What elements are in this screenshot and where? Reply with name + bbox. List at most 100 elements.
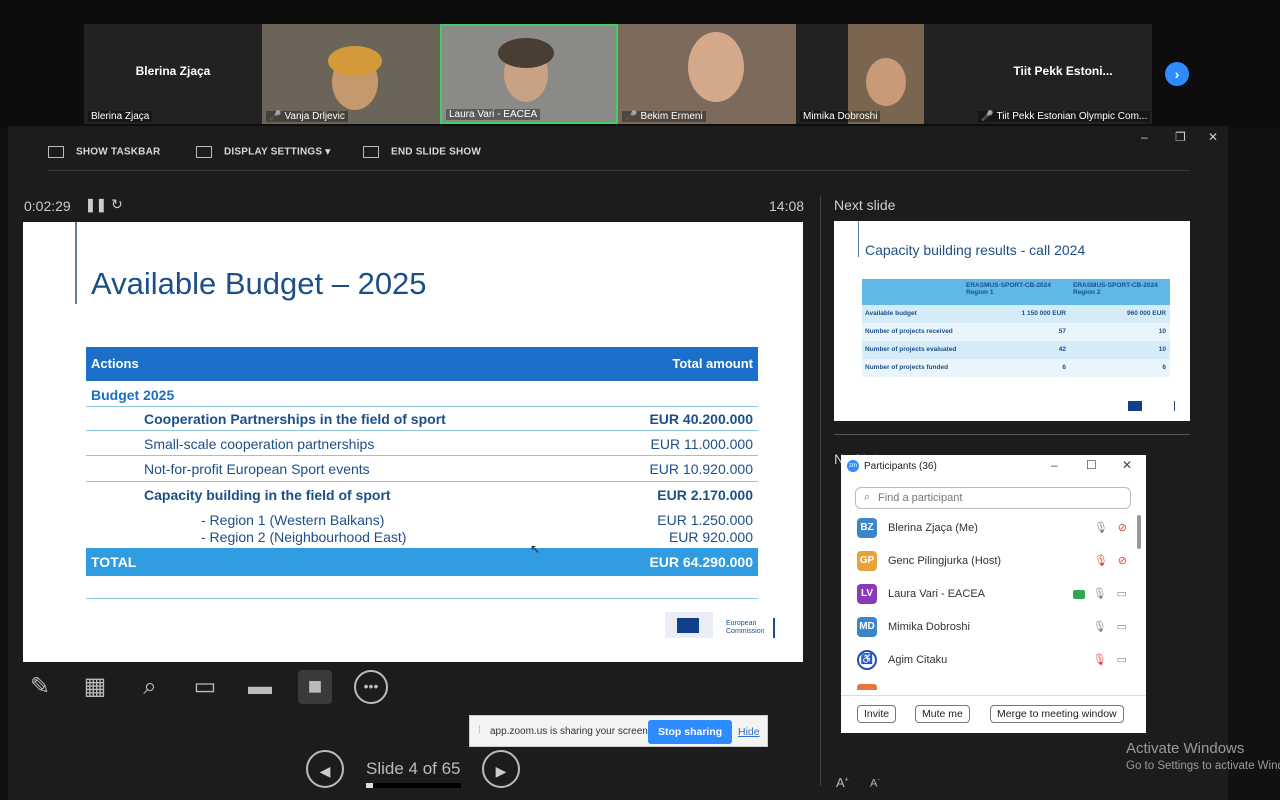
european-commission-logo (665, 612, 713, 638)
row-divider (86, 406, 758, 407)
invite-button[interactable]: Invite (857, 705, 897, 723)
video-off-icon: ⊘ (1117, 555, 1127, 567)
merge-to-meeting-window-button[interactable]: Merge to meeting window (990, 705, 1124, 723)
video-off-icon: ⊘ (1117, 522, 1127, 534)
video-feed (688, 32, 744, 102)
participant-name: Blerina Zjaça (88, 111, 153, 122)
list-item[interactable]: MD Mimika Dobroshi 🎙 ▭ (857, 615, 1127, 643)
next-slide-button[interactable]: ▶ (482, 750, 520, 788)
progress-fill (366, 783, 373, 788)
see-all-slides-icon[interactable]: ▦ (78, 670, 112, 704)
search-input[interactable]: ⌕ Find a participant (855, 487, 1131, 509)
restart-timer-icon[interactable]: ↻ (111, 196, 123, 213)
avatar: MD (857, 617, 877, 637)
more-options-icon[interactable]: ••• (354, 670, 388, 704)
maximize-icon[interactable]: ☐ (1086, 458, 1097, 472)
hide-link[interactable]: Hide (738, 726, 760, 738)
video-tile[interactable]: Tiit Pekk Estoni... 🎤 Tiit Pekk Estonian … (974, 24, 1152, 124)
participant-name: Bekim Ermeni (640, 111, 703, 122)
mic-icon: 🎙 (1092, 588, 1107, 600)
row-divider (86, 481, 758, 482)
mic-icon: 🎙 (1092, 621, 1107, 633)
mic-muted-icon: 🎤 (981, 111, 994, 122)
participant-name: Genc Pilingjurka (Host) (888, 555, 1002, 567)
video-tile-active-speaker[interactable]: Laura Vari - EACEA (440, 24, 618, 124)
participant-name: Blerina Zjaça (Me) (888, 522, 978, 534)
restore-icon[interactable]: ❐ (1175, 130, 1186, 144)
avatar (857, 684, 877, 690)
list-item[interactable]: ♿ Agim Citaku 🎙 ▭ (857, 648, 1127, 676)
participant-name: Tiit Pekk Estonian Olympic Com... (996, 111, 1148, 122)
search-icon: ⌕ (864, 491, 871, 503)
title-accent-bar (75, 222, 77, 304)
mic-icon: 🎙 (1093, 522, 1108, 534)
mute-me-button[interactable]: Mute me (915, 705, 970, 723)
share-screen-icon (1072, 589, 1085, 599)
video-tile[interactable]: Blerina Zjaça Blerina Zjaça (84, 24, 262, 124)
table-header: Actions Total amount (86, 347, 758, 381)
minimize-icon[interactable]: – (1051, 458, 1058, 472)
video-strip: Blerina Zjaça Blerina Zjaça 🎤 Vanja Drlje… (0, 0, 1280, 128)
decrease-font-icon[interactable]: A- (870, 777, 880, 790)
list-item[interactable]: LV Laura Vari - EACEA 🎙 ▭ (857, 582, 1127, 610)
row-divider (86, 598, 758, 599)
chevron-right-icon[interactable]: › (1165, 62, 1189, 86)
share-status-text: app.zoom.us is sharing your screen. (490, 726, 651, 737)
slide-title: Available Budget – 2025 (91, 266, 427, 301)
table-row: Number of projects funded 6 6 (862, 359, 1170, 377)
minimize-icon[interactable]: – (1141, 130, 1148, 144)
toolbar-divider (48, 170, 1190, 171)
display-settings-button[interactable]: DISPLAY SETTINGS ▾ (196, 146, 330, 158)
table-row: Number of projects received 57 10 (862, 323, 1170, 341)
eu-flag-icon (1128, 401, 1142, 411)
logo-text: European Commission (726, 620, 765, 635)
table-row: Number of projects evaluated 42 10 (862, 341, 1170, 359)
participant-name: Vanja Drljevic (284, 111, 345, 122)
panel-divider (834, 434, 1190, 435)
face (866, 58, 906, 106)
avatar: LV (857, 584, 877, 604)
drag-handle-icon[interactable]: ⁞ (478, 725, 481, 736)
participant-name: Laura Vari - EACEA (888, 588, 986, 600)
camera-icon[interactable]: ■ (298, 670, 332, 704)
video-tile[interactable]: 🎤 Vanja Drljevic (262, 24, 440, 124)
mouse-cursor-icon: ↖ (530, 542, 541, 556)
video-tile[interactable]: Mimika Dobroshi (796, 24, 974, 124)
list-item[interactable]: BZ Blerina Zjaça (Me) 🎙 ⊘ (857, 516, 1127, 544)
zoom-logo-icon: zm (847, 460, 859, 472)
slide-progress (366, 783, 461, 788)
scrollbar-thumb[interactable] (1137, 515, 1141, 549)
subtitles-icon[interactable]: ▬ (243, 670, 277, 704)
next-slide-preview[interactable]: Capacity building results - call 2024 ER… (834, 221, 1190, 421)
table-row: - Region 2 (Neighbourhood East) EUR 920.0… (201, 529, 753, 545)
close-icon[interactable]: ✕ (1122, 458, 1132, 472)
previous-slide-button[interactable]: ◀ (306, 750, 344, 788)
mic-muted-icon: 🎤 (625, 111, 638, 122)
pause-icon[interactable]: ❚❚ (85, 197, 107, 213)
video-tile[interactable]: 🎤 Bekim Ermeni (618, 24, 796, 124)
end-slide-show-button[interactable]: END SLIDE SHOW (363, 146, 481, 158)
table-row: Small-scale cooperation partnerships EUR … (144, 436, 753, 452)
participant-name: Mimika Dobroshi (800, 111, 881, 122)
participant-big-name: Tiit Pekk Estoni... (1013, 64, 1113, 78)
hair (498, 38, 554, 68)
avatar: GP (857, 551, 877, 571)
pen-icon[interactable]: ✎ (23, 670, 57, 704)
black-screen-icon[interactable]: ▭ (188, 670, 222, 704)
current-slide: Available Budget – 2025 Actions Total am… (23, 222, 803, 662)
increase-font-icon[interactable]: A+ (836, 775, 849, 790)
video-icon: ▭ (1116, 621, 1127, 633)
close-icon[interactable]: ✕ (1208, 130, 1218, 144)
section-label: Budget 2025 (91, 387, 175, 403)
clock: 14:08 (769, 198, 805, 214)
table-row: Cooperation Partnerships in the field of… (144, 411, 753, 427)
header-total: Total amount (672, 356, 753, 371)
eu-flag-icon (677, 618, 699, 633)
video-icon: ▭ (1116, 654, 1127, 666)
stop-sharing-button[interactable]: Stop sharing (648, 720, 733, 744)
row-divider (86, 455, 758, 456)
show-taskbar-button[interactable]: SHOW TASKBAR (48, 146, 160, 158)
list-item[interactable]: GP Genc Pilingjurka (Host) 🎙 ⊘ (857, 549, 1127, 577)
mic-muted-icon: 🎤 (269, 111, 282, 122)
zoom-icon[interactable]: ⌕ (133, 670, 167, 704)
